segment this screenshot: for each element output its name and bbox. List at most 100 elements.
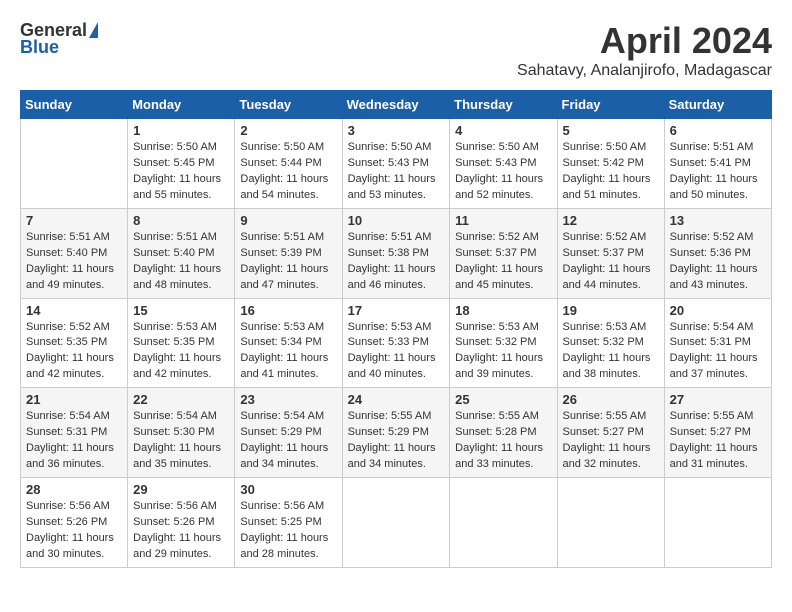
logo: General Blue [20,20,98,58]
day-number: 28 [26,482,122,497]
day-number: 30 [240,482,336,497]
week-row-5: 28 Sunrise: 5:56 AMSunset: 5:26 PMDayligh… [21,478,772,568]
day-detail: Sunrise: 5:51 AMSunset: 5:40 PMDaylight:… [26,230,122,294]
calendar-cell: 24Sunrise: 5:55 AMSunset: 5:29 PMDayligh… [342,388,450,478]
calendar-cell [21,119,128,209]
day-number: 11 [455,213,551,228]
day-detail: Sunrise: 5:52 AMSunset: 5:36 PMDaylight:… [670,230,766,294]
day-number: 19 [563,303,659,318]
day-detail: Sunrise: 5:53 AMSunset: 5:33 PMDaylight:… [348,320,445,384]
day-number: 4 [455,123,551,138]
day-number: 18 [455,303,551,318]
day-detail: Sunrise: 5:53 AMSunset: 5:32 PMDaylight:… [563,320,659,384]
day-number: 15 [133,303,229,318]
day-number: 14 [26,303,122,318]
calendar-cell: 13 Sunrise: 5:52 AMSunset: 5:36 PMDayligh… [664,208,771,298]
day-number: 27 [670,392,766,407]
calendar-cell: 15 Sunrise: 5:53 AMSunset: 5:35 PMDayligh… [128,298,235,388]
day-detail: Sunrise: 5:54 AMSunset: 5:31 PMDaylight:… [670,320,766,384]
day-detail: Sunrise: 5:56 AMSunset: 5:26 PMDaylight:… [133,499,229,563]
day-number: 29 [133,482,229,497]
calendar-cell: 21 Sunrise: 5:54 AMSunset: 5:31 PMDayligh… [21,388,128,478]
column-header-sunday: Sunday [21,91,128,119]
day-number: 6 [670,123,766,138]
day-detail: Sunrise: 5:50 AMSunset: 5:44 PMDaylight:… [240,140,336,204]
column-header-monday: Monday [128,91,235,119]
calendar-cell: 5 Sunrise: 5:50 AMSunset: 5:42 PMDaylight… [557,119,664,209]
calendar-cell: 18 Sunrise: 5:53 AMSunset: 5:32 PMDayligh… [450,298,557,388]
day-number: 10 [348,213,445,228]
calendar-cell: 30Sunrise: 5:56 AMSunset: 5:25 PMDayligh… [235,478,342,568]
day-number: 21 [26,392,122,407]
day-detail: Sunrise: 5:52 AMSunset: 5:37 PMDaylight:… [563,230,659,294]
day-number: 22 [133,392,229,407]
day-detail: Sunrise: 5:54 AMSunset: 5:31 PMDaylight:… [26,409,122,473]
week-row-4: 21 Sunrise: 5:54 AMSunset: 5:31 PMDayligh… [21,388,772,478]
calendar-cell: 11 Sunrise: 5:52 AMSunset: 5:37 PMDayligh… [450,208,557,298]
column-header-wednesday: Wednesday [342,91,450,119]
calendar-cell: 25 Sunrise: 5:55 AMSunset: 5:28 PMDayligh… [450,388,557,478]
day-number: 23 [240,392,336,407]
day-detail: Sunrise: 5:52 AMSunset: 5:35 PMDaylight:… [26,320,122,384]
day-number: 2 [240,123,336,138]
calendar-cell [664,478,771,568]
calendar-cell: 2 Sunrise: 5:50 AMSunset: 5:44 PMDaylight… [235,119,342,209]
calendar-cell: 17 Sunrise: 5:53 AMSunset: 5:33 PMDayligh… [342,298,450,388]
calendar-title: April 2024 [517,20,772,62]
header: General Blue April 2024 Sahatavy, Analan… [20,20,772,80]
day-number: 24 [348,392,445,407]
day-detail: Sunrise: 5:54 AMSunset: 5:29 PMDaylight:… [240,409,336,473]
calendar-cell: 4 Sunrise: 5:50 AMSunset: 5:43 PMDaylight… [450,119,557,209]
day-detail: Sunrise: 5:52 AMSunset: 5:37 PMDaylight:… [455,230,551,294]
day-number: 13 [670,213,766,228]
calendar-cell [557,478,664,568]
week-row-3: 14 Sunrise: 5:52 AMSunset: 5:35 PMDayligh… [21,298,772,388]
day-number: 25 [455,392,551,407]
column-header-saturday: Saturday [664,91,771,119]
day-detail: Sunrise: 5:54 AMSunset: 5:30 PMDaylight:… [133,409,229,473]
calendar-subtitle: Sahatavy, Analanjirofo, Madagascar [517,62,772,80]
title-area: April 2024 Sahatavy, Analanjirofo, Madag… [517,20,772,80]
calendar-cell: 14 Sunrise: 5:52 AMSunset: 5:35 PMDayligh… [21,298,128,388]
day-detail: Sunrise: 5:50 AMSunset: 5:43 PMDaylight:… [348,140,445,204]
column-header-thursday: Thursday [450,91,557,119]
day-detail: Sunrise: 5:51 AMSunset: 5:40 PMDaylight:… [133,230,229,294]
day-number: 5 [563,123,659,138]
calendar-cell: 29 Sunrise: 5:56 AMSunset: 5:26 PMDayligh… [128,478,235,568]
week-row-2: 7 Sunrise: 5:51 AMSunset: 5:40 PMDaylight… [21,208,772,298]
calendar-header-row: SundayMondayTuesdayWednesdayThursdayFrid… [21,91,772,119]
week-row-1: 1 Sunrise: 5:50 AMSunset: 5:45 PMDaylight… [21,119,772,209]
day-detail: Sunrise: 5:55 AMSunset: 5:28 PMDaylight:… [455,409,551,473]
day-detail: Sunrise: 5:50 AMSunset: 5:43 PMDaylight:… [455,140,551,204]
day-detail: Sunrise: 5:50 AMSunset: 5:42 PMDaylight:… [563,140,659,204]
day-detail: Sunrise: 5:55 AMSunset: 5:27 PMDaylight:… [670,409,766,473]
day-detail: Sunrise: 5:55 AMSunset: 5:27 PMDaylight:… [563,409,659,473]
day-detail: Sunrise: 5:53 AMSunset: 5:35 PMDaylight:… [133,320,229,384]
calendar-cell: 19 Sunrise: 5:53 AMSunset: 5:32 PMDayligh… [557,298,664,388]
day-number: 1 [133,123,229,138]
day-number: 8 [133,213,229,228]
calendar-cell: 23 Sunrise: 5:54 AMSunset: 5:29 PMDayligh… [235,388,342,478]
calendar-cell: 7 Sunrise: 5:51 AMSunset: 5:40 PMDaylight… [21,208,128,298]
column-header-tuesday: Tuesday [235,91,342,119]
calendar-cell: 20Sunrise: 5:54 AMSunset: 5:31 PMDayligh… [664,298,771,388]
day-number: 17 [348,303,445,318]
calendar-cell: 9 Sunrise: 5:51 AMSunset: 5:39 PMDaylight… [235,208,342,298]
logo-blue: Blue [20,37,59,58]
day-number: 3 [348,123,445,138]
calendar-cell [450,478,557,568]
calendar-cell [342,478,450,568]
day-number: 16 [240,303,336,318]
calendar-cell: 16Sunrise: 5:53 AMSunset: 5:34 PMDayligh… [235,298,342,388]
day-number: 7 [26,213,122,228]
calendar-cell: 1 Sunrise: 5:50 AMSunset: 5:45 PMDaylight… [128,119,235,209]
calendar-cell: 6Sunrise: 5:51 AMSunset: 5:41 PMDaylight… [664,119,771,209]
day-detail: Sunrise: 5:50 AMSunset: 5:45 PMDaylight:… [133,140,229,204]
day-detail: Sunrise: 5:51 AMSunset: 5:39 PMDaylight:… [240,230,336,294]
day-number: 26 [563,392,659,407]
day-detail: Sunrise: 5:53 AMSunset: 5:32 PMDaylight:… [455,320,551,384]
calendar-cell: 26 Sunrise: 5:55 AMSunset: 5:27 PMDayligh… [557,388,664,478]
calendar-table: SundayMondayTuesdayWednesdayThursdayFrid… [20,90,772,568]
day-number: 12 [563,213,659,228]
day-number: 9 [240,213,336,228]
